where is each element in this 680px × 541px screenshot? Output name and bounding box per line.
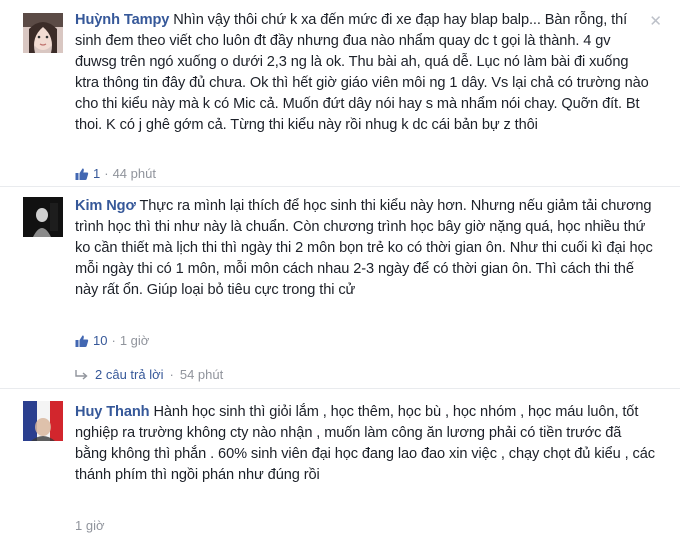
replies-row[interactable]: 2 câu trả lời · 54 phút [75, 367, 223, 382]
close-icon[interactable]: ✕ [649, 12, 662, 30]
divider [0, 186, 680, 187]
comment-meta: 1 giờ [75, 518, 105, 533]
thumbs-up-icon[interactable] [75, 167, 89, 181]
comment-text: Thực ra mình lại thích để học sinh thi k… [75, 198, 653, 298]
comment-text: Nhìn vậy thôi chứ k xa đến mức đi xe đạp… [75, 12, 649, 133]
author-name[interactable]: Huỳnh Tampy [75, 12, 169, 28]
avatar[interactable] [23, 197, 63, 237]
author-name[interactable]: Huy Thanh [75, 404, 150, 420]
author-name[interactable]: Kim Ngơ [75, 198, 136, 214]
replies-time: 54 phút [179, 367, 224, 382]
thumbs-up-icon[interactable] [75, 334, 89, 348]
comment-body: Huỳnh Tampy Nhìn vậy thôi chứ k xa đến m… [75, 10, 655, 136]
like-count[interactable]: 10 [93, 333, 107, 348]
comment-time[interactable]: 1 giờ [120, 333, 150, 348]
comment-time[interactable]: 44 phút [113, 166, 156, 181]
comment-meta: 1 · 44 phút [75, 166, 156, 181]
meta-separator: · [169, 367, 174, 382]
reply-arrow-icon [75, 369, 88, 380]
comment-item: Huỳnh Tampy Nhìn vậy thôi chứ k xa đến m… [0, 0, 680, 190]
meta-separator: · [111, 333, 116, 348]
comment-meta: 10 · 1 giờ [75, 333, 149, 348]
comment-thread: Huỳnh Tampy Nhìn vậy thôi chứ k xa đến m… [0, 0, 680, 541]
meta-separator: · [104, 166, 109, 181]
comment-body: Kim Ngơ Thực ra mình lại thích để học si… [75, 196, 655, 301]
like-count[interactable]: 1 [93, 166, 100, 181]
comment-text: Hành học sinh thì giỏi lắm , học thêm, h… [75, 404, 655, 483]
avatar[interactable] [23, 13, 63, 53]
comment-time[interactable]: 1 giờ [75, 518, 105, 533]
replies-link[interactable]: 2 câu trả lời [95, 367, 164, 382]
comment-body: Huy Thanh Hành học sinh thì giỏi lắm , h… [75, 402, 655, 486]
divider [0, 388, 680, 389]
avatar[interactable] [23, 401, 63, 441]
